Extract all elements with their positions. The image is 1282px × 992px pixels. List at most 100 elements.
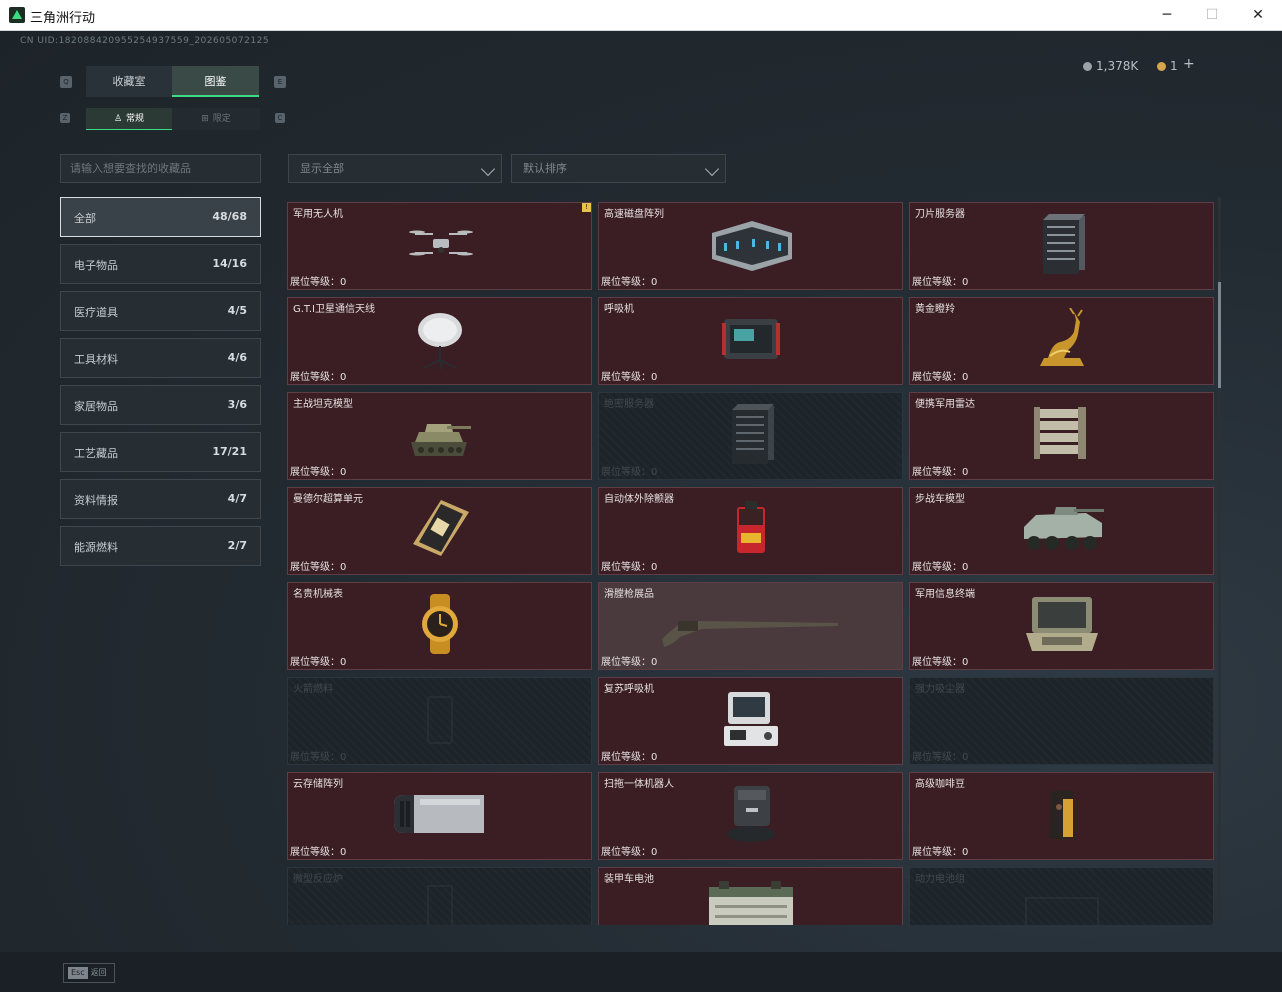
subtab-regular-label: 常规	[126, 114, 145, 124]
category-item[interactable]: 资料情报 4/7	[60, 479, 261, 519]
card-display-level: 展位等级：0	[912, 657, 969, 668]
card-item-name: G.T.I卫星通信天线	[293, 304, 375, 315]
card-display-level: 展位等级：0	[601, 847, 658, 858]
category-item[interactable]: 全部 48/68	[60, 197, 261, 237]
category-item[interactable]: 家居物品 3/6	[60, 385, 261, 425]
sort-dropdown[interactable]: 默认排序	[511, 154, 726, 183]
back-label: 返回	[90, 968, 107, 977]
card-display-level: 展位等级：0	[290, 657, 347, 668]
collection-card[interactable]: 呼吸机 展位等级：0	[598, 297, 903, 385]
card-item-name: 云存储阵列	[293, 779, 343, 790]
ticket-amount: 1	[1170, 59, 1178, 73]
window-titlebar: 三角洲行动 ─ ☐ ✕	[0, 0, 1282, 31]
category-count: 4/6	[227, 351, 247, 364]
subtab-regular[interactable]: ♙ 常规	[86, 108, 172, 130]
subtab-limited-label: 限定	[212, 114, 231, 124]
category-list: 全部 48/68 电子物品 14/16 医疗道具 4/5 工具材料 4/6 家居物品 3/6 工艺藏…	[60, 197, 261, 573]
category-count: 4/7	[227, 492, 247, 505]
card-display-level: 展位等级：0	[290, 372, 347, 383]
collection-card[interactable]: 名贵机械表 展位等级：0	[287, 582, 592, 670]
card-display-level: 展位等级：0	[912, 467, 969, 478]
tab-collection-room[interactable]: 收藏室	[86, 66, 172, 97]
collection-card[interactable]: 绝密服务器 展位等级：0	[598, 392, 903, 480]
card-display-level: 展位等级：0	[912, 847, 969, 858]
collection-card[interactable]: 主战坦克模型 展位等级：0	[287, 392, 592, 480]
card-item-name: 曼德尔超算单元	[293, 494, 363, 505]
category-item[interactable]: 能源燃料 2/7	[60, 526, 261, 566]
vacuum-icon	[1042, 689, 1082, 753]
card-item-name: 黄金瞪羚	[915, 304, 955, 315]
category-count: 2/7	[227, 539, 247, 552]
card-item-name: 步战车模型	[915, 494, 965, 505]
back-button[interactable]: Esc 返回	[63, 963, 115, 983]
close-button[interactable]: ✕	[1235, 0, 1281, 31]
collection-card[interactable]: 动力电池组	[909, 867, 1214, 925]
terminal-icon	[1022, 593, 1102, 659]
card-item-name: 动力电池组	[915, 874, 965, 885]
collection-card[interactable]: 步战车模型展位等级：0	[909, 487, 1214, 575]
bottom-bar	[0, 952, 1282, 992]
prev-tab-key-icon[interactable]: Q	[60, 76, 72, 88]
fuel-icon	[420, 689, 460, 753]
robot-vacuum-icon	[724, 782, 778, 850]
battery-icon	[705, 881, 797, 925]
maximize-button[interactable]: ☐	[1189, 0, 1235, 31]
category-item[interactable]: 医疗道具 4/5	[60, 291, 261, 331]
filter-dropdown[interactable]: 显示全部	[288, 154, 502, 183]
collection-card[interactable]: 便携军用雷达 展位等级：0	[909, 392, 1214, 480]
collection-card[interactable]: 高级咖啡豆 展位等级：0	[909, 772, 1214, 860]
card-item-name: 军用信息终端	[915, 589, 975, 600]
resuscitator-icon	[720, 688, 782, 754]
category-item[interactable]: 工具材料 4/6	[60, 338, 261, 378]
card-item-name: 火箭燃料	[293, 684, 333, 695]
cloud-storage-icon	[390, 785, 490, 847]
coin-balance: 1,378K	[1083, 59, 1138, 73]
card-display-level: 展位等级：0	[601, 562, 658, 573]
card-display-level: 展位等级：0	[912, 752, 969, 763]
collection-card[interactable]: G.T.I卫星通信天线 展位等级：0	[287, 297, 592, 385]
category-item[interactable]: 电子物品 14/16	[60, 244, 261, 284]
collection-card[interactable]: 曼德尔超算单元 展位等级：0	[287, 487, 592, 575]
collection-card[interactable]: 刀片服务器 展位等级：0	[909, 202, 1214, 290]
ventilator-icon	[720, 313, 782, 369]
category-name: 电子物品	[74, 259, 118, 272]
add-currency-button[interactable]: +	[1183, 56, 1195, 72]
minimize-button[interactable]: ─	[1144, 0, 1190, 31]
collection-card[interactable]: 扫拖一体机器人 展位等级：0	[598, 772, 903, 860]
coin-amount: 1,378K	[1096, 59, 1139, 73]
collection-card[interactable]: 自动体外除颤器 展位等级：0	[598, 487, 903, 575]
next-tab-key-icon[interactable]: E	[274, 76, 286, 88]
collection-card[interactable]: 滑膛枪展品 展位等级：0	[598, 582, 903, 670]
card-item-name: 强力吸尘器	[915, 684, 965, 695]
subtab-limited[interactable]: ⊞ 限定	[172, 108, 260, 130]
card-display-level: 展位等级：0	[912, 562, 969, 573]
uid-label: CN UID:1820884209552549375​59_2026050721…	[20, 36, 270, 46]
collection-card[interactable]: 高速磁盘阵列 展位等级：0	[598, 202, 903, 290]
collection-card[interactable]: 黄金瞪羚 展位等级：0	[909, 297, 1214, 385]
search-input[interactable]	[60, 154, 261, 183]
collection-card[interactable]: 装甲车电池	[598, 867, 903, 925]
grid-scrollbar[interactable]	[1218, 197, 1221, 925]
tab-catalog[interactable]: 图鉴	[172, 66, 259, 97]
category-item[interactable]: 工艺藏品 17/21	[60, 432, 261, 472]
collection-card[interactable]: 云存储阵列 展位等级：0	[287, 772, 592, 860]
category-name: 家居物品	[74, 400, 118, 413]
category-name: 工具材料	[74, 353, 118, 366]
next-subtab-key-icon[interactable]: C	[275, 113, 285, 123]
prev-subtab-key-icon[interactable]: Z	[60, 113, 70, 123]
collection-card[interactable]: 强力吸尘器展位等级：0	[909, 677, 1214, 765]
collection-card[interactable]: 复苏呼吸机 展位等级：0	[598, 677, 903, 765]
window-title: 三角洲行动	[30, 11, 96, 26]
collection-card[interactable]: 微型反应炉	[287, 867, 592, 925]
limited-icon: ⊞	[201, 114, 209, 124]
collection-card[interactable]: 火箭燃料 展位等级：0	[287, 677, 592, 765]
collection-grid: 军用无人机 展位等级：0! 高速磁盘阵列 展位等级：0 刀片服务器 展位等级：0 G.T.I…	[287, 202, 1214, 925]
collection-card[interactable]: 军用无人机 展位等级：0!	[287, 202, 592, 290]
card-display-level: 展位等级：0	[912, 277, 969, 288]
category-count: 14/16	[212, 257, 247, 270]
collection-card[interactable]: 军用信息终端 展位等级：0	[909, 582, 1214, 670]
grid-scrollbar-thumb[interactable]	[1218, 282, 1221, 388]
sort-dropdown-label: 默认排序	[523, 162, 567, 175]
card-display-level: 展位等级：0	[290, 277, 347, 288]
category-name: 能源燃料	[74, 541, 118, 554]
